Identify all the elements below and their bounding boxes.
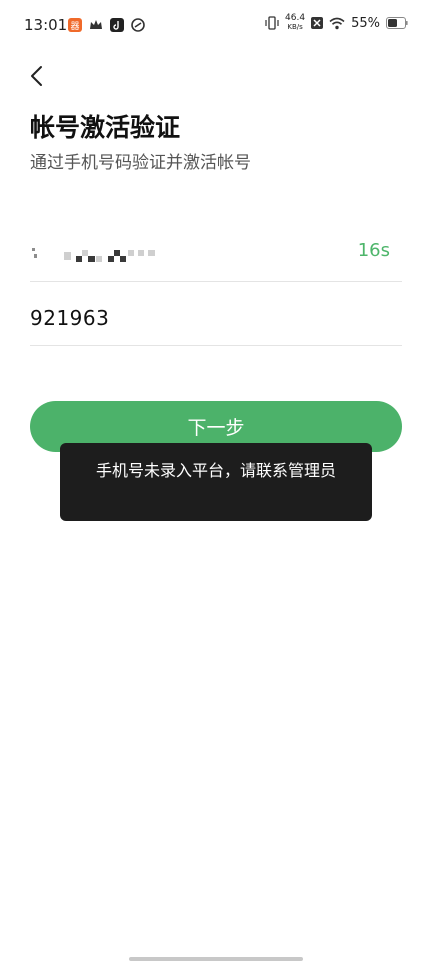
screen: 13:01 器 46.4 KB/s 55% 帐号激活验证 通过手机号码验证并激活…	[0, 0, 432, 964]
status-time: 13:01	[24, 16, 68, 34]
error-toast: 手机号未录入平台，请联系管理员	[60, 443, 372, 521]
battery-icon	[386, 17, 408, 29]
status-bar: 13:01 器 46.4 KB/s 55%	[0, 0, 432, 52]
crown-icon	[90, 20, 102, 29]
chevron-left-icon	[31, 66, 42, 86]
phone-masked-value	[30, 244, 230, 264]
wifi-icon	[329, 17, 345, 29]
network-speed-value: 46.4	[285, 13, 306, 23]
battery-percent: 55%	[351, 15, 380, 31]
network-speed-unit: KB/s	[287, 23, 303, 31]
status-right: 46.4 KB/s 55%	[265, 14, 408, 32]
vibrate-icon	[265, 16, 279, 30]
back-button[interactable]	[22, 62, 50, 90]
network-speed: 46.4 KB/s	[285, 14, 305, 32]
svg-text:器: 器	[70, 21, 79, 32]
resend-countdown: 16s	[357, 240, 390, 261]
tiktok-icon	[110, 18, 124, 32]
app-notification-icon: 器	[68, 18, 82, 32]
page-title: 帐号激活验证	[30, 113, 181, 142]
verification-code-field[interactable]: 921963	[30, 300, 402, 346]
link-app-icon	[131, 18, 145, 32]
notification-icons: 器	[68, 18, 145, 32]
page-subtitle: 通过手机号码验证并激活帐号	[30, 153, 251, 173]
verification-code-value[interactable]: 921963	[30, 306, 109, 330]
home-indicator[interactable]	[129, 957, 303, 961]
phone-field[interactable]	[30, 226, 402, 282]
sim-off-icon	[311, 17, 324, 29]
